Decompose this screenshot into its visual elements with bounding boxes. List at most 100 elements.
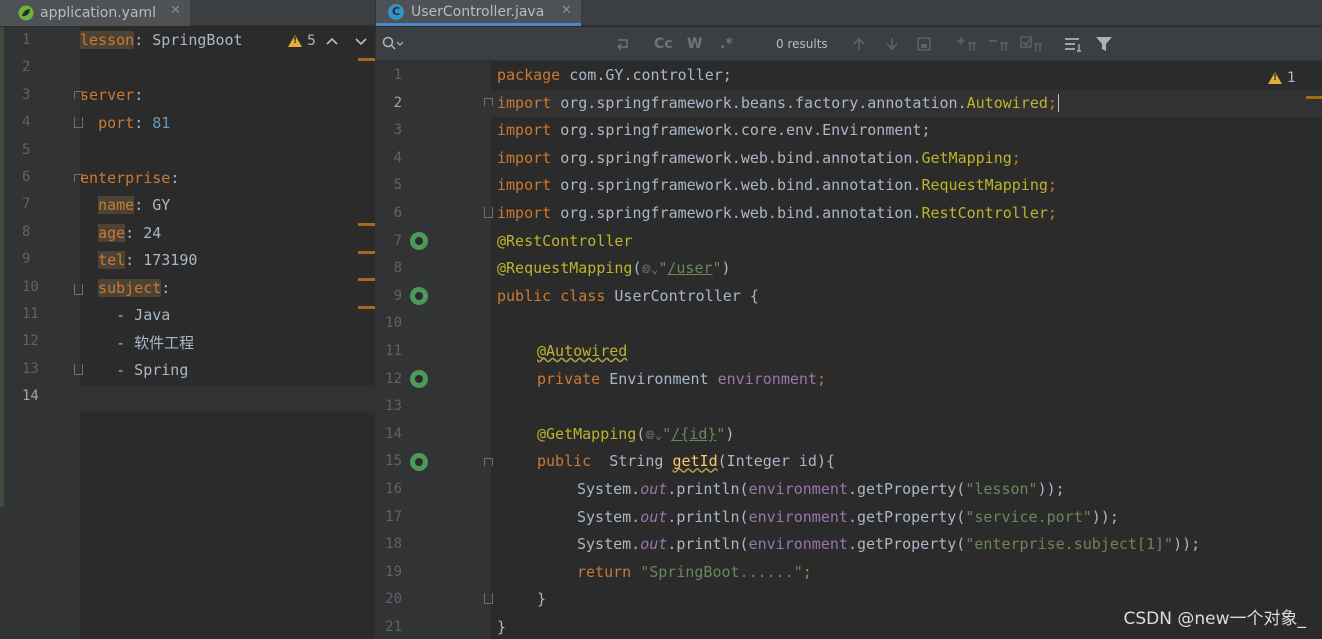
line-number: 6 (22, 169, 31, 185)
code-line: server: (80, 86, 144, 104)
spring-bean-icon[interactable] (410, 287, 428, 305)
close-icon[interactable]: ✕ (561, 3, 572, 18)
regex-toggle[interactable]: .* (720, 36, 733, 52)
line-number: 19 (385, 563, 402, 580)
code-line: lesson: SpringBoot (80, 31, 243, 49)
line-number: 7 (22, 196, 31, 213)
line-number: 7 (393, 232, 402, 249)
line-number: 15 (385, 453, 402, 470)
new-line-icon[interactable] (614, 36, 632, 52)
tab-user-controller[interactable]: C UserController.java ✕ (376, 0, 581, 26)
code-line: - Java (80, 306, 171, 324)
filter-lines-icon[interactable] (1064, 36, 1084, 52)
code-line: @GetMapping(🌐︎⌄"/{id}") (537, 424, 735, 443)
yaml-code-area[interactable]: lesson: SpringBoot server: port: 81 ente… (80, 27, 375, 639)
left-tab-bar: application.yaml ✕ (0, 0, 375, 26)
code-line: - 软件工程 (80, 334, 195, 352)
line-number: 12 (22, 333, 39, 350)
code-line: @Autowired (537, 342, 628, 360)
tab-application-yaml[interactable]: application.yaml ✕ (0, 0, 190, 26)
search-icon[interactable] (382, 36, 404, 52)
remove-occurrence-icon[interactable] (988, 35, 1010, 53)
line-number: 5 (22, 141, 31, 158)
whole-words-toggle[interactable]: W (687, 36, 702, 52)
code-line: import org.springframework.core.env.Envi… (497, 121, 931, 140)
request-mapping-icon[interactable] (410, 453, 428, 471)
spring-bean-icon[interactable] (410, 232, 428, 250)
line-number: 13 (385, 398, 402, 415)
code-line: enterprise: (80, 169, 180, 187)
select-all-icon[interactable] (1020, 35, 1044, 53)
autowired-navigate-icon[interactable] (410, 370, 428, 388)
line-number: 11 (385, 343, 402, 359)
spring-leaf-icon (18, 5, 34, 21)
code-line: System.out.println(environment.getProper… (577, 507, 1119, 526)
code-line: import org.springframework.web.bind.anno… (497, 176, 1057, 195)
code-line: System.out.println(environment.getProper… (577, 480, 1065, 498)
tab-label: UserController.java (411, 3, 545, 20)
line-number: 16 (385, 481, 402, 497)
line-number: 9 (22, 251, 31, 268)
code-line: tel: 173190 (98, 251, 198, 269)
code-line: age: 24 (98, 224, 162, 242)
yaml-editor-pane: application.yaml ✕ 1234567891011121314 5… (0, 0, 375, 639)
line-number: 13 (22, 360, 39, 377)
line-number: 6 (393, 205, 402, 221)
line-number: 9 (393, 287, 402, 304)
code-line: return "SpringBoot......"; (577, 562, 812, 581)
code-line: System.out.println(environment.getProper… (577, 535, 1201, 554)
url-hint-icon[interactable]: 🌐︎⌄ (645, 428, 662, 442)
line-number-gutter (0, 27, 80, 639)
match-case-toggle[interactable]: Cc (654, 36, 673, 52)
line-number: 3 (22, 86, 31, 103)
java-code-area[interactable]: package com.GY.controller; import org.sp… (491, 62, 1322, 639)
line-number: 1 (393, 67, 402, 83)
code-line: package com.GY.controller; (497, 66, 732, 84)
line-number: 14 (385, 425, 402, 442)
line-number: 4 (22, 114, 31, 131)
url-hint-icon[interactable]: 🌐︎⌄ (642, 262, 659, 276)
select-all-occurrences-icon[interactable] (916, 36, 932, 52)
find-bar: Cc W .* 0 results (376, 27, 1322, 61)
line-number: 8 (22, 223, 31, 240)
line-number: 17 (385, 508, 402, 525)
line-number: 21 (385, 619, 402, 635)
line-number: 2 (393, 94, 402, 111)
line-number: 4 (393, 149, 402, 166)
code-line: name: GY (98, 196, 171, 214)
watermark: CSDN @new一个对象_ (1123, 609, 1306, 629)
text-caret (1057, 93, 1059, 112)
line-number: 3 (393, 122, 402, 139)
line-number: 12 (385, 370, 402, 387)
code-line: port: 81 (98, 114, 171, 132)
line-number: 2 (22, 59, 31, 76)
code-line: import org.springframework.web.bind.anno… (497, 204, 1057, 222)
code-line: } (497, 618, 507, 636)
line-number: 20 (385, 591, 402, 608)
gutter-edge (0, 27, 4, 507)
code-line: @RestController (497, 231, 633, 250)
arrow-up-icon[interactable] (851, 36, 867, 52)
code-line: import org.springframework.beans.factory… (497, 93, 1059, 112)
line-number: 1 (22, 32, 31, 48)
filter-icon[interactable] (1095, 35, 1113, 53)
find-results-count: 0 results (776, 37, 828, 51)
code-line: public class UserController { (497, 286, 759, 305)
line-number: 18 (385, 536, 402, 553)
right-tab-bar: C UserController.java ✕ (376, 0, 1322, 26)
line-number: 10 (22, 278, 39, 295)
java-editor-pane: C UserController.java ✕ Cc W .* 0 result… (375, 0, 1322, 639)
line-number: 11 (22, 306, 39, 322)
code-line: - Spring (80, 361, 189, 379)
close-icon[interactable]: ✕ (170, 3, 181, 18)
arrow-down-icon[interactable] (884, 36, 900, 52)
code-line: } (537, 590, 547, 609)
line-number: 5 (393, 177, 402, 194)
tab-label: application.yaml (40, 5, 157, 21)
code-line: private Environment environment; (537, 369, 826, 388)
line-number: 10 (385, 315, 402, 332)
line-number: 8 (393, 260, 402, 277)
code-line: public String getId(Integer id){ (537, 452, 836, 471)
add-occurrence-icon[interactable] (956, 35, 978, 53)
line-number: 14 (22, 388, 39, 405)
